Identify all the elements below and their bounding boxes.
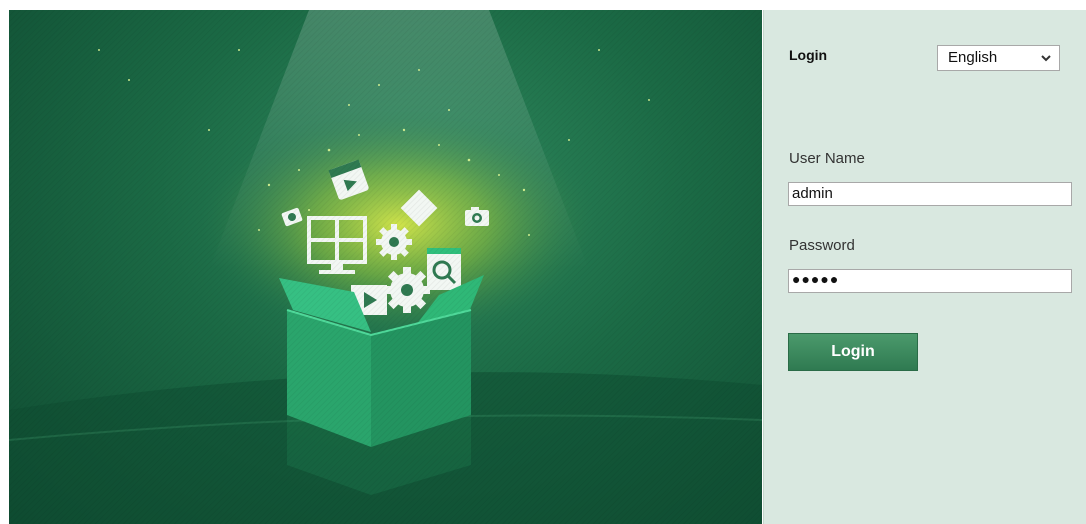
texture-overlay (9, 10, 762, 524)
login-title: Login (789, 47, 828, 63)
login-button[interactable]: Login (788, 333, 918, 371)
password-field[interactable]: ●●●●● (788, 269, 1072, 293)
hero-illustration (9, 10, 762, 524)
password-label: Password (789, 237, 855, 254)
username-field[interactable]: admin (788, 182, 1072, 206)
username-label: User Name (789, 150, 865, 167)
hero-artwork (9, 10, 762, 524)
language-select[interactable]: English (937, 45, 1060, 71)
login-panel: Login English User Name admin Password ●… (763, 10, 1086, 524)
login-page: Login English User Name admin Password ●… (0, 0, 1086, 524)
chevron-down-icon (1041, 55, 1051, 62)
language-selected-value: English (948, 49, 998, 66)
